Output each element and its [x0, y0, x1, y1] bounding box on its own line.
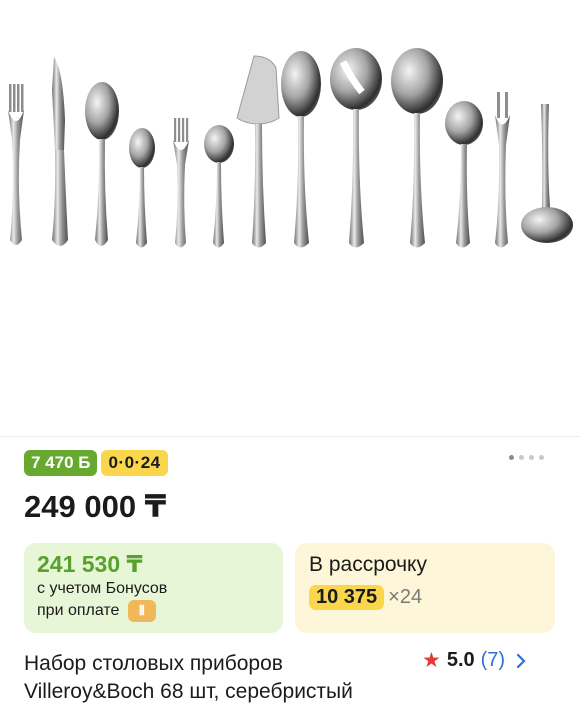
pager-dot-4[interactable] — [539, 455, 544, 460]
serving-fork-icon — [495, 92, 510, 248]
product-rating[interactable]: ★ 5.0 (7) — [422, 648, 527, 673]
installment-months: ×24 — [388, 586, 423, 608]
serving-spoon-icon — [281, 51, 321, 248]
dessert-fork-icon — [173, 118, 189, 248]
bonus-note: с учетом Бонусов — [37, 580, 168, 597]
installment-row: 10 375 ×24 — [309, 585, 541, 610]
dinner-knife-icon — [52, 57, 68, 246]
installment-monthly-amount: 10 375 — [309, 585, 385, 610]
pager-dot-3[interactable] — [529, 455, 534, 460]
review-count[interactable]: (7) — [481, 649, 505, 672]
slotted-serving-spoon-icon — [330, 48, 382, 248]
cake-server-icon — [236, 55, 280, 248]
product-price: 249 000 ₸ — [24, 489, 167, 524]
bonus-payment-label: при оплате — [37, 602, 120, 620]
salad-spoon-icon — [391, 48, 443, 248]
ladle-icon — [521, 104, 573, 243]
bonus-payment-row: при оплате ⦀ — [37, 600, 270, 622]
installment-badge: 0·0·24 — [101, 450, 168, 476]
divider — [0, 436, 580, 437]
star-icon: ★ — [422, 649, 441, 672]
table-spoon-icon — [85, 82, 119, 246]
tea-spoon-icon — [129, 128, 155, 248]
product-title: Набор столовых приборов Villeroy&Boch 68… — [24, 652, 353, 703]
coffee-spoon-icon — [204, 125, 234, 248]
bonus-price-card[interactable]: 241 530 ₸ с учетом Бонусов при оплате ⦀ — [24, 543, 283, 633]
product-image-gallery[interactable] — [0, 0, 580, 436]
bonus-badge: 7 470 Б — [24, 450, 98, 476]
bonus-price: 241 530 ₸ — [37, 551, 143, 577]
rating-value: 5.0 — [446, 649, 475, 671]
dinner-fork-icon — [8, 84, 24, 245]
cutlery-set-image — [8, 48, 573, 248]
chevron-right-icon[interactable] — [515, 653, 527, 669]
promo-badges: 7 470 Б 0·0·24 — [24, 450, 168, 476]
sauce-spoon-icon — [445, 101, 483, 248]
gallery-pager[interactable] — [509, 455, 544, 460]
pager-dot-2[interactable] — [519, 455, 524, 460]
installment-title: В рассрочку — [309, 553, 427, 576]
pager-dot-1[interactable] — [509, 455, 514, 460]
installment-card[interactable]: В рассрочку 10 375 ×24 — [295, 543, 555, 633]
payment-logo-icon: ⦀ — [127, 600, 156, 622]
